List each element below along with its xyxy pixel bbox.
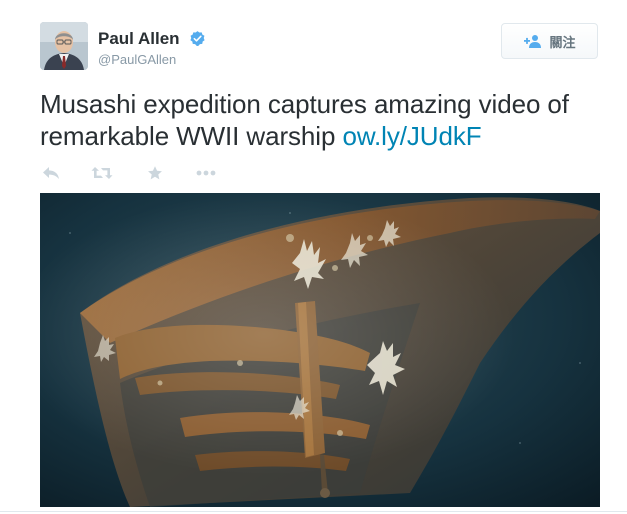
tweet-link[interactable]: ow.ly/JUdkF	[342, 121, 481, 151]
favorite-button[interactable]	[144, 163, 166, 183]
divider	[0, 511, 627, 512]
more-button[interactable]	[195, 163, 217, 183]
tweet-body: Musashi expedition captures amazing vide…	[40, 89, 569, 151]
avatar[interactable]	[40, 22, 88, 70]
follow-button[interactable]: 關注	[501, 23, 598, 59]
tweet-text: Musashi expedition captures amazing vide…	[40, 88, 610, 152]
display-name[interactable]: Paul Allen	[98, 29, 180, 49]
reply-button[interactable]	[40, 163, 62, 183]
username[interactable]: @PaulGAllen	[98, 52, 176, 67]
shipwreck-photo	[40, 193, 600, 507]
retweet-button[interactable]	[91, 163, 113, 183]
tweet-photo[interactable]	[40, 193, 600, 507]
verified-badge-icon	[190, 31, 205, 46]
add-user-icon	[524, 35, 542, 48]
retweet-icon	[91, 167, 113, 179]
reply-icon	[43, 167, 59, 179]
tweet-actions	[40, 163, 240, 183]
star-icon	[148, 166, 162, 180]
follow-button-label: 關注	[549, 34, 576, 50]
more-icon	[196, 170, 216, 176]
